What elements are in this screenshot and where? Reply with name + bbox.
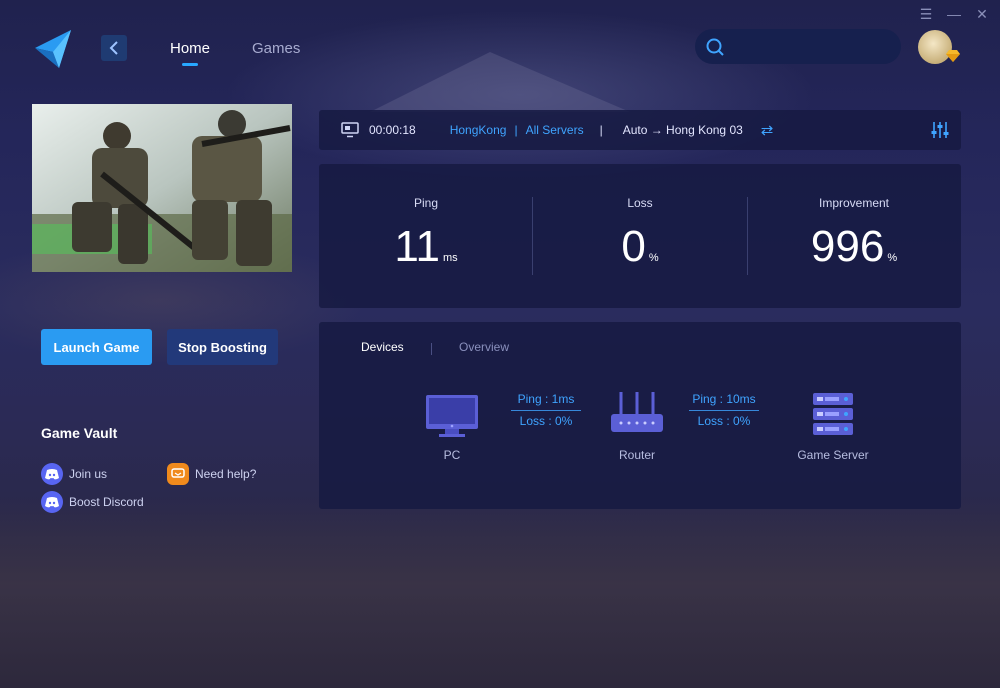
server-rack-icon [813,393,853,435]
tab-separator [431,343,432,355]
avatar[interactable] [918,30,960,64]
join-us-label: Join us [69,467,108,481]
region-separator: | [514,123,518,137]
close-icon[interactable]: ✕ [974,6,990,23]
pc-monitor-icon [426,395,478,437]
need-help-label: Need help? [195,467,257,481]
stop-boosting-button[interactable]: Stop Boosting [167,329,278,365]
tab-games[interactable]: Games [252,40,300,57]
improvement-unit: % [887,252,898,264]
window-controls: ☰ — ✕ [918,6,990,23]
ping-stat: Ping 11 ms [319,164,533,308]
tab-devices[interactable]: Devices [361,340,404,354]
app-logo [35,30,71,68]
boost-timer: 00:00:18 [369,123,416,137]
pc-router-link-stats: Ping : 1ms Loss : 0% [511,392,581,428]
tab-overview[interactable]: Overview [459,340,509,354]
pc-node: PC [424,394,480,462]
link-ping-value: Ping : 1ms [517,392,575,406]
swap-route-icon[interactable]: ⇄ [761,121,774,139]
boost-discord-label: Boost Discord [69,495,144,509]
improvement-value: 996% [747,222,961,272]
loss-number: 0 [621,222,646,271]
pc-label: PC [443,448,461,462]
boost-status-bar: 00:00:18 HongKong | All Servers | Auto →… [319,110,961,150]
help-chat-icon [167,463,189,485]
route-label: Auto → Hong Kong 03 [622,123,743,137]
sliders-settings-icon[interactable] [930,120,950,140]
minimize-icon[interactable]: — [946,6,962,23]
discord-icon [41,463,63,485]
need-help-link[interactable]: Need help? [167,463,256,485]
ping-unit: ms [443,252,458,264]
monitor-timer-icon [341,122,359,138]
loss-value: 0% [533,222,747,272]
route-separator: | [599,123,603,137]
game-server-label: Game Server [797,448,869,462]
router-label: Router [618,448,656,462]
game-cover-image [32,104,292,272]
launch-game-button[interactable]: Launch Game [41,329,152,365]
link-loss-value: Loss : 0% [697,414,751,428]
region-selector[interactable]: HongKong [450,123,507,137]
tab-home[interactable]: Home [170,40,210,66]
game-server-node: Game Server [785,392,881,462]
search-bar[interactable] [695,29,901,64]
boost-discord-link[interactable]: Boost Discord [41,491,144,513]
devices-panel: Devices Overview PC Ping : 1ms Loss : 0% [319,322,961,509]
loss-stat: Loss 0% [533,164,747,308]
chevron-left-icon [109,41,118,55]
loss-unit: % [648,252,659,264]
join-us-link[interactable]: Join us [41,463,107,485]
search-icon [706,38,724,56]
vip-gem-icon [946,50,960,62]
loss-label: Loss [627,196,653,210]
ping-value: 11 ms [319,222,533,272]
link-ping-value: Ping : 10ms [692,392,756,406]
discord-icon [41,491,63,513]
router-icon [611,392,663,432]
router-server-link-stats: Ping : 10ms Loss : 0% [689,392,759,428]
router-node: Router [605,390,669,462]
app-window: ☰ — ✕ Home Games Launch Game Stop Boosti… [0,0,1000,688]
menu-icon[interactable]: ☰ [918,6,934,23]
ping-label: Ping [413,196,439,210]
game-vault-title: Game Vault [41,425,118,441]
search-input[interactable] [731,38,895,55]
back-button[interactable] [101,35,127,61]
improvement-stat: Improvement 996% [747,164,961,308]
improvement-label: Improvement [818,196,890,210]
link-line [689,410,759,411]
improvement-number: 996 [810,222,885,271]
link-loss-value: Loss : 0% [519,414,573,428]
servers-selector[interactable]: All Servers [526,123,584,137]
ping-number: 11 [394,222,440,271]
stats-panel: Ping 11 ms Loss 0% Improvement 996% [319,164,961,308]
link-line [511,410,581,411]
main-nav: Home Games [170,40,300,66]
